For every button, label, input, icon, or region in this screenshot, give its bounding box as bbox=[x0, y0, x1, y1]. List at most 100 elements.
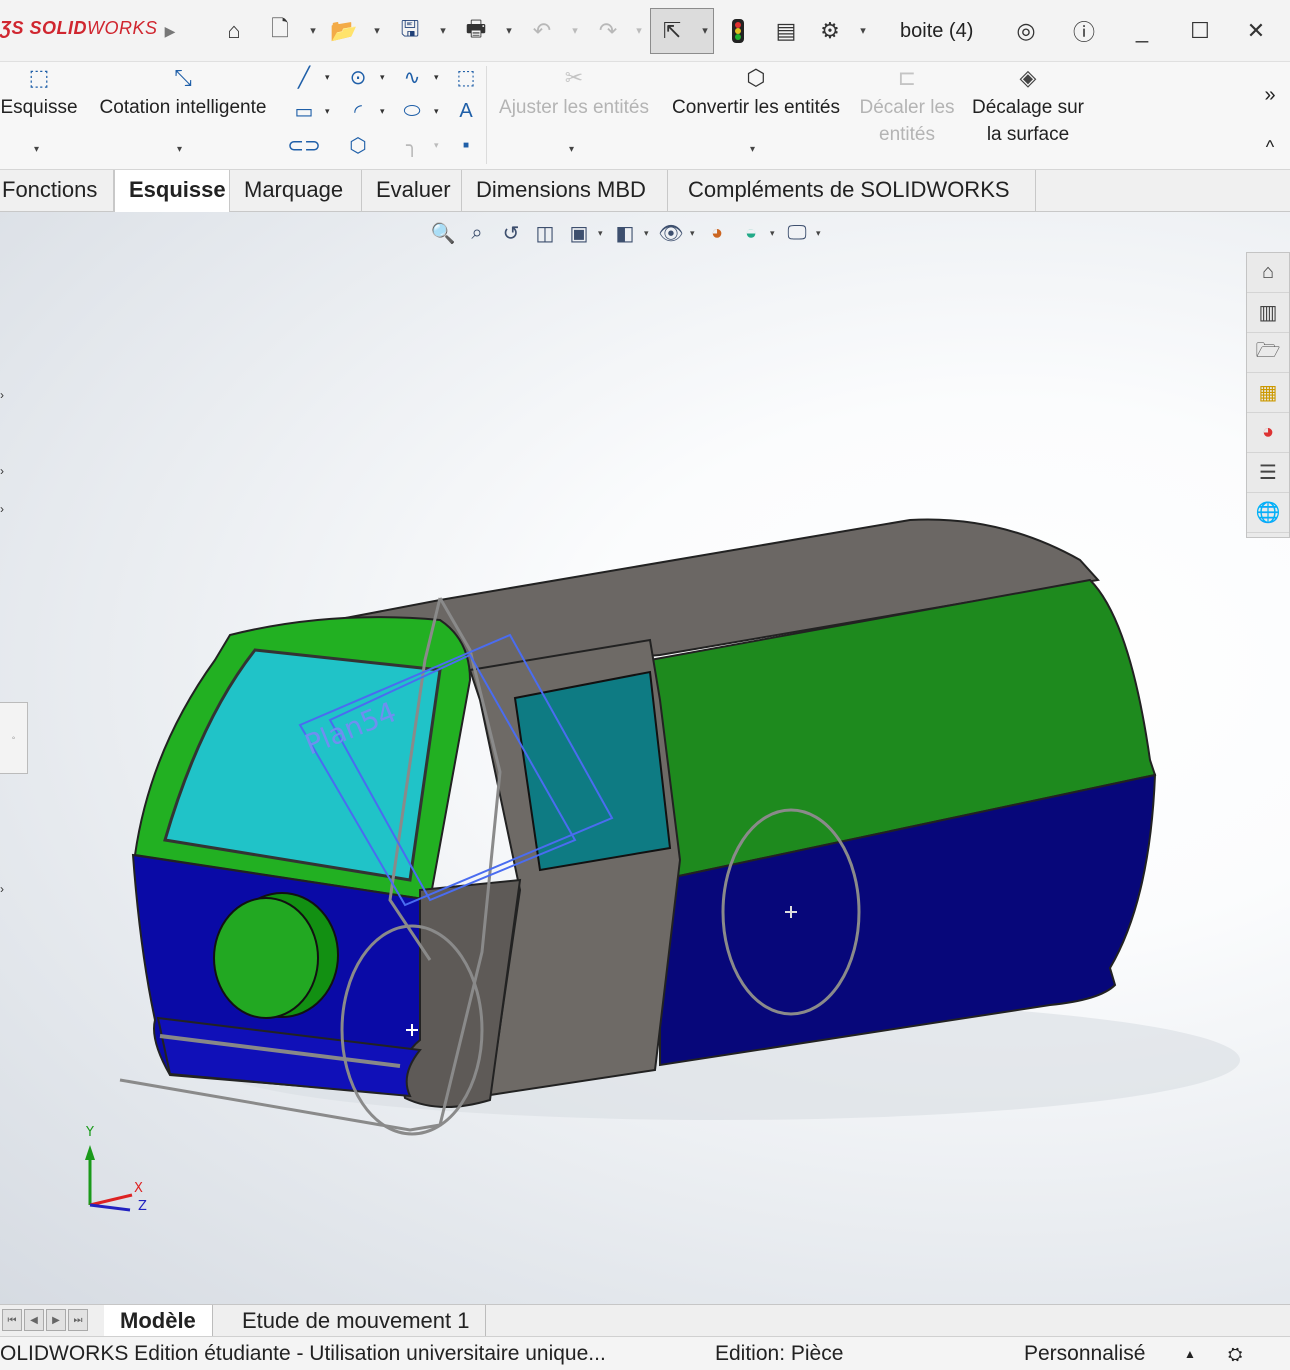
tab-mbd-dimensions[interactable]: Dimensions MBD bbox=[462, 170, 668, 212]
edge-arrow-icon[interactable]: › bbox=[0, 502, 4, 516]
prev-tab-button[interactable]: ◀ bbox=[24, 1309, 44, 1331]
next-tab-button[interactable]: ▶ bbox=[46, 1309, 66, 1331]
spline-icon[interactable]: ∿ bbox=[396, 62, 428, 92]
maximize-icon[interactable]: ☐ bbox=[1184, 14, 1216, 48]
previous-view-icon[interactable]: ↺ bbox=[496, 219, 526, 247]
close-icon[interactable]: ✕ bbox=[1240, 14, 1272, 48]
undo-dropdown-icon[interactable]: ▾ bbox=[568, 20, 582, 40]
line-dropdown-icon[interactable]: ▾ bbox=[325, 72, 330, 83]
smart-dimension-dropdown-icon[interactable]: ▾ bbox=[177, 144, 182, 155]
print-icon[interactable]: 🖶 bbox=[460, 14, 492, 48]
design-library-icon[interactable]: ▥ bbox=[1247, 293, 1289, 333]
apply-scene-icon[interactable]: ◒ bbox=[736, 219, 766, 247]
new-document-icon[interactable]: 🗋 bbox=[264, 14, 296, 48]
panel-collapse-handle[interactable]: ◦ bbox=[0, 702, 28, 774]
save-icon[interactable]: 🖫 bbox=[394, 14, 426, 48]
hide-show-dropdown-icon[interactable]: ▾ bbox=[690, 228, 698, 239]
solidworks-logo[interactable]: ƷS SOLIDWORKS bbox=[0, 18, 158, 44]
dynamic-annotation-icon[interactable]: ▣ bbox=[564, 219, 594, 247]
3d-model-view[interactable]: Plan54 Y X Z bbox=[0, 212, 1290, 1304]
undo-icon[interactable]: ↶ bbox=[526, 14, 558, 48]
view-palette-icon[interactable]: ▦ bbox=[1247, 373, 1289, 413]
point-icon[interactable]: ■ bbox=[450, 130, 482, 160]
edge-arrow-icon[interactable]: › bbox=[0, 882, 4, 896]
zoom-to-fit-icon[interactable]: 🔍 bbox=[428, 219, 458, 247]
tab-features[interactable]: Fonctions bbox=[0, 170, 114, 212]
line-icon[interactable]: ╱ bbox=[288, 62, 320, 92]
view-settings-icon[interactable]: 🖵 bbox=[782, 219, 812, 247]
orientation-dropdown-icon[interactable]: ▾ bbox=[644, 228, 652, 239]
smart-dimension-button[interactable]: ⤡ Cotation intelligente bbox=[88, 64, 278, 121]
print-dropdown-icon[interactable]: ▾ bbox=[502, 20, 516, 40]
redo-dropdown-icon[interactable]: ▾ bbox=[632, 20, 646, 40]
tab-markup[interactable]: Marquage bbox=[230, 170, 362, 212]
fillet-icon[interactable]: ╮ bbox=[396, 130, 428, 160]
open-dropdown-icon[interactable]: ▾ bbox=[370, 20, 384, 40]
convert-dropdown-icon[interactable]: ▾ bbox=[750, 144, 755, 155]
rebuild-status-icon[interactable]: ⛭ bbox=[1228, 1337, 1242, 1370]
custom-properties-icon[interactable]: ☰ bbox=[1247, 453, 1289, 493]
spline-dropdown-icon[interactable]: ▾ bbox=[434, 72, 439, 83]
circle-icon[interactable]: ⊙ bbox=[342, 62, 374, 92]
status-units[interactable]: Personnalisé bbox=[1024, 1337, 1145, 1370]
select-dropdown-icon[interactable]: ▾ bbox=[698, 20, 712, 40]
edge-arrow-icon[interactable]: › bbox=[0, 388, 4, 402]
ribbon-more-button[interactable]: » bbox=[1260, 82, 1280, 109]
rectangle-dropdown-icon[interactable]: ▾ bbox=[325, 106, 330, 117]
home-icon[interactable]: ⌂ bbox=[218, 14, 250, 48]
offset-entities-button[interactable]: ⊏ Décaler les entités bbox=[852, 64, 962, 148]
last-tab-button[interactable]: ⏭ bbox=[68, 1309, 88, 1331]
file-properties-icon[interactable]: ▤ bbox=[770, 14, 802, 48]
expand-arrow-icon[interactable]: ▶ bbox=[160, 14, 180, 48]
rebuild-icon[interactable] bbox=[722, 14, 754, 48]
solidworks-resources-icon[interactable]: ⌂ bbox=[1247, 253, 1289, 293]
view-orientation-icon[interactable]: ◧ bbox=[610, 219, 640, 247]
trim-entities-button[interactable]: ✂ Ajuster les entités bbox=[492, 64, 656, 121]
zoom-to-area-icon[interactable]: ⌕ bbox=[462, 219, 492, 247]
appearances-icon[interactable]: ◕ bbox=[1247, 413, 1289, 453]
circle-dropdown-icon[interactable]: ▾ bbox=[380, 72, 385, 83]
account-icon[interactable]: ◎ bbox=[1010, 14, 1042, 48]
tab-sketch[interactable]: Esquisse bbox=[114, 170, 230, 212]
redo-icon[interactable]: ↷ bbox=[592, 14, 624, 48]
tab-model[interactable]: Modèle bbox=[104, 1305, 213, 1337]
ribbon-collapse-button[interactable]: ^ bbox=[1260, 134, 1280, 161]
convert-entities-button[interactable]: ⬡ Convertir les entités bbox=[664, 64, 848, 121]
hide-show-items-icon[interactable]: 👁 bbox=[656, 219, 686, 247]
view-dropdown-icon[interactable]: ▾ bbox=[598, 228, 606, 239]
open-icon[interactable]: 📂 bbox=[328, 14, 360, 48]
arc-icon[interactable]: ◜ bbox=[342, 96, 374, 126]
graphics-area[interactable]: Plan54 Y X Z 🔍 ⌕ ↺ ◫ ▣ ▾ ◧ ▾ 👁 ▾ ◕ ◒ ▾ 🖵… bbox=[0, 212, 1290, 1304]
file-explorer-icon[interactable]: 🗁 bbox=[1247, 333, 1289, 373]
options-dropdown-icon[interactable]: ▾ bbox=[856, 20, 870, 40]
select-icon[interactable]: ⇱ bbox=[656, 14, 688, 48]
save-dropdown-icon[interactable]: ▾ bbox=[436, 20, 450, 40]
arc-dropdown-icon[interactable]: ▾ bbox=[380, 106, 385, 117]
slot-icon[interactable]: ⊂⊃ bbox=[287, 130, 321, 160]
offset-on-surface-button[interactable]: ◈ Décalage sur la surface bbox=[966, 64, 1090, 148]
units-menu-icon[interactable]: ▲ bbox=[1184, 1337, 1196, 1370]
polygon-icon[interactable]: ⬡ bbox=[342, 130, 374, 160]
edge-arrow-icon[interactable]: › bbox=[0, 464, 4, 478]
ellipse-icon[interactable]: ⬭ bbox=[396, 96, 428, 126]
minimize-icon[interactable]: _ bbox=[1126, 14, 1158, 48]
help-icon[interactable]: ⓘ bbox=[1068, 14, 1100, 48]
fillet-dropdown-icon[interactable]: ▾ bbox=[434, 140, 439, 151]
sketch-button[interactable]: ⬚ Esquisse bbox=[0, 64, 78, 121]
rectangle-icon[interactable]: ▭ bbox=[288, 96, 320, 126]
display-delete-relations-icon[interactable]: ⬚ bbox=[450, 62, 482, 92]
solidworks-forum-icon[interactable]: 🌐 bbox=[1247, 493, 1289, 533]
tab-solidworks-addins[interactable]: Compléments de SOLIDWORKS bbox=[668, 170, 1036, 212]
first-tab-button[interactable]: ⏮ bbox=[2, 1309, 22, 1331]
tab-motion-study[interactable]: Etude de mouvement 1 bbox=[226, 1305, 487, 1337]
ellipse-dropdown-icon[interactable]: ▾ bbox=[434, 106, 439, 117]
section-view-icon[interactable]: ◫ bbox=[530, 219, 560, 247]
view-settings-dropdown-icon[interactable]: ▾ bbox=[816, 228, 824, 239]
new-dropdown-icon[interactable]: ▾ bbox=[306, 20, 320, 40]
trim-dropdown-icon[interactable]: ▾ bbox=[569, 144, 574, 155]
text-icon[interactable]: A bbox=[450, 96, 482, 126]
edit-appearance-icon[interactable]: ◕ bbox=[702, 219, 732, 247]
scene-dropdown-icon[interactable]: ▾ bbox=[770, 228, 778, 239]
options-icon[interactable]: ⚙ bbox=[814, 14, 846, 48]
tab-evaluate[interactable]: Evaluer bbox=[362, 170, 462, 212]
